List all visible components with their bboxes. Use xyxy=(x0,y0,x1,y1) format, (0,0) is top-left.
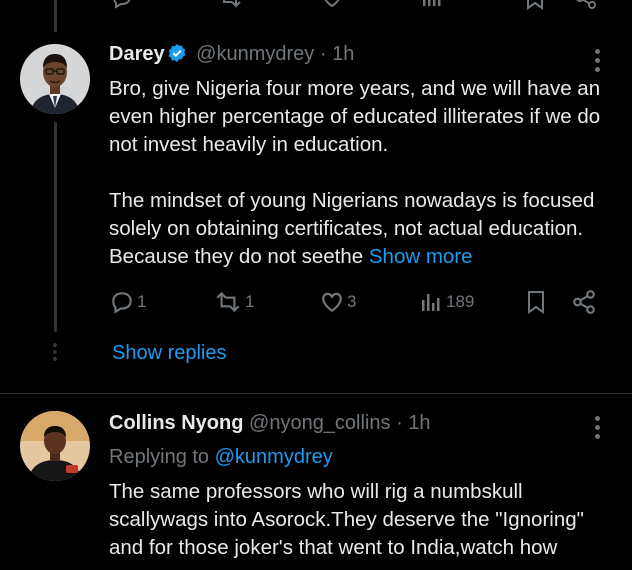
avatar[interactable] xyxy=(20,44,90,114)
separator: · xyxy=(396,412,403,434)
repost-button[interactable]: 1 xyxy=(213,288,254,316)
show-replies-link[interactable]: Show replies xyxy=(112,342,227,365)
tweet-line: scallywags into Asorock.They deserve the… xyxy=(109,508,584,531)
views-button[interactable]: 189 xyxy=(420,288,474,316)
tweet-paragraph: Bro, give Nigeria four more years, and w… xyxy=(109,77,601,156)
tweet-header: Darey @kunmydrey · 1h xyxy=(109,43,354,69)
replying-to: Replying to @kunmydrey xyxy=(109,446,333,469)
verified-badge-icon xyxy=(167,43,187,69)
like-button[interactable]: 3 xyxy=(319,288,356,316)
display-name[interactable]: Collins Nyong xyxy=(109,412,243,434)
timestamp[interactable]: 1h xyxy=(332,43,354,65)
like-count: 3 xyxy=(347,292,357,311)
tweet-paragraph-2: The mindset of young Nigerians nowadays … xyxy=(109,187,609,271)
avatar[interactable] xyxy=(20,411,90,481)
bookmark-icon xyxy=(528,291,544,314)
timestamp[interactable]: 1h xyxy=(408,412,430,434)
reply-icon xyxy=(112,292,132,314)
display-name[interactable]: Darey xyxy=(109,43,165,65)
reply-button[interactable]: 1 xyxy=(109,288,146,316)
more-options-icon[interactable] xyxy=(590,416,604,442)
tweet-text: The same professors who will rig a numbs… xyxy=(109,478,629,562)
replying-to-handle[interactable]: @kunmydrey xyxy=(215,446,333,468)
reply-count: 1 xyxy=(137,292,147,311)
like-icon xyxy=(322,292,342,312)
more-options-icon[interactable] xyxy=(590,49,604,75)
handle[interactable]: @kunmydrey xyxy=(196,43,314,65)
handle[interactable]: @nyong_collins xyxy=(249,412,391,434)
tweet-collins[interactable]: Collins Nyong @nyong_collins · 1h Replyi… xyxy=(0,394,632,570)
show-more-link[interactable]: Show more xyxy=(369,245,473,268)
tweet-line: The same professors who will rig a numbs… xyxy=(109,480,523,503)
tweet-actions: 1 1 3 189 xyxy=(109,288,599,316)
separator: · xyxy=(319,43,327,65)
tweet-darey[interactable]: Darey @kunmydrey · 1h Bro, give Nigeria … xyxy=(0,0,632,393)
tweet-text: Bro, give Nigeria four more years, and w… xyxy=(109,75,609,271)
tweet-header: Collins Nyong @nyong_collins · 1h xyxy=(109,412,431,435)
tweet-line: and for those joker's that went to India… xyxy=(109,536,558,559)
views-count: 189 xyxy=(446,292,475,311)
share-icon xyxy=(573,290,595,314)
replying-label: Replying to xyxy=(109,446,210,468)
views-icon xyxy=(422,294,440,311)
tweet-paragraph-text: The mindset of young Nigerians nowadays … xyxy=(109,189,595,268)
bookmark-button[interactable] xyxy=(525,288,547,316)
share-button[interactable] xyxy=(571,288,597,316)
thread-dots xyxy=(52,343,58,364)
repost-count: 1 xyxy=(245,292,255,311)
retweet-icon xyxy=(216,291,240,313)
